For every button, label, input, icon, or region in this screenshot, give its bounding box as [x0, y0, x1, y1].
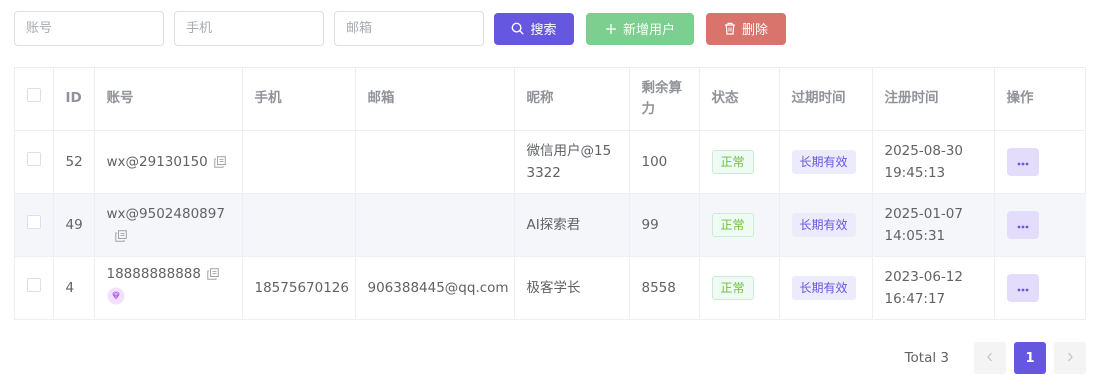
actions-cell — [994, 193, 1086, 257]
email-filter-field[interactable] — [334, 11, 484, 46]
expire-badge: 长期有效 — [791, 212, 856, 237]
trash-icon — [724, 22, 736, 35]
expire-badge: 长期有效 — [791, 149, 856, 174]
status-badge: 正常 — [711, 212, 754, 237]
status-cell: 正常 — [699, 193, 780, 257]
register-time-cell: 2025-08-30 19:45:13 — [872, 130, 995, 194]
prev-page-button[interactable] — [974, 342, 1006, 374]
actions-cell — [994, 256, 1086, 319]
header-register-time: 注册时间 — [872, 68, 995, 131]
plus-icon — [605, 23, 617, 35]
chevron-left-icon — [986, 350, 994, 366]
phone-cell — [242, 193, 356, 257]
nickname-cell: 微信用户@153322 — [514, 130, 630, 194]
table-header-row: ID 账号 手机 邮箱 昵称 剩余算力 状态 过期时间 注册时间 操作 — [15, 68, 1086, 131]
search-button[interactable]: 搜索 — [494, 12, 574, 45]
account-cell: 18888888888 — [94, 256, 243, 319]
more-dots-icon — [1017, 277, 1029, 299]
pagination: Total 3 1 — [905, 342, 1086, 374]
header-actions: 操作 — [994, 68, 1086, 131]
header-account: 账号 — [94, 68, 243, 131]
expire-cell: 长期有效 — [779, 193, 873, 257]
chevron-right-icon — [1066, 350, 1074, 366]
header-phone: 手机 — [242, 68, 356, 131]
user-table: ID 账号 手机 邮箱 昵称 剩余算力 状态 过期时间 注册时间 操作 52 w… — [14, 67, 1086, 320]
id-cell: 4 — [53, 256, 95, 319]
register-time-cell: 2023-06-12 16:47:17 — [872, 256, 995, 319]
account-cell: wx@29130150 — [94, 130, 243, 194]
delete-button-label: 删除 — [741, 23, 768, 38]
id-cell: 49 — [53, 193, 95, 257]
status-cell: 正常 — [699, 256, 780, 319]
row-checkbox[interactable] — [27, 151, 41, 166]
row-checkbox[interactable] — [27, 277, 41, 292]
phone-cell: 18575670126 — [242, 256, 356, 319]
actions-cell — [994, 130, 1086, 194]
register-time-cell: 2025-01-07 14:05:31 — [872, 193, 995, 257]
account-text: wx@9502480897 — [106, 205, 225, 222]
more-dots-icon — [1017, 151, 1029, 173]
email-cell: 906388445@qq.com — [355, 256, 515, 319]
page-number-button[interactable]: 1 — [1014, 342, 1046, 374]
id-cell: 52 — [53, 130, 95, 194]
add-user-button[interactable]: 新增用户 — [586, 12, 694, 45]
account-text: 18888888888 — [106, 266, 201, 283]
pagination-total: Total 3 — [904, 350, 949, 366]
account-filter-input[interactable] — [26, 21, 152, 36]
row-checkbox[interactable] — [27, 214, 41, 229]
header-email: 邮箱 — [355, 68, 515, 131]
more-dots-icon — [1017, 214, 1029, 236]
header-remaining-power: 剩余算力 — [629, 68, 700, 131]
email-cell — [355, 193, 515, 257]
phone-filter-input[interactable] — [186, 21, 312, 36]
account-cell: wx@9502480897 — [94, 193, 243, 257]
nickname-cell: 极客学长 — [514, 256, 630, 319]
search-button-label: 搜索 — [530, 23, 557, 38]
diamond-icon — [107, 287, 125, 305]
more-actions-button[interactable] — [1006, 147, 1039, 176]
more-actions-button[interactable] — [1006, 273, 1039, 302]
header-nickname: 昵称 — [514, 68, 630, 131]
header-select-all-cell — [15, 68, 54, 131]
expire-cell: 长期有效 — [779, 256, 873, 319]
more-actions-button[interactable] — [1006, 210, 1039, 239]
status-cell: 正常 — [699, 130, 780, 194]
account-text: wx@29130150 — [106, 153, 208, 170]
expire-badge: 长期有效 — [791, 275, 856, 300]
delete-button[interactable]: 删除 — [706, 12, 786, 45]
table-row: 49 wx@9502480897 AI探索君 99 正常 长期有效 2025-0… — [15, 193, 1086, 257]
expire-cell: 长期有效 — [779, 130, 873, 194]
row-select-cell — [15, 193, 54, 257]
copy-icon[interactable] — [114, 229, 127, 242]
add-user-button-label: 新增用户 — [622, 23, 675, 38]
table-row: 52 wx@29130150 微信用户@153322 100 正常 长期有效 2… — [15, 130, 1086, 194]
row-select-cell — [15, 130, 54, 194]
select-all-checkbox[interactable] — [27, 88, 41, 103]
search-icon — [511, 22, 524, 35]
phone-cell — [242, 130, 356, 194]
phone-filter-field[interactable] — [174, 11, 324, 46]
power-cell: 8558 — [629, 256, 700, 319]
power-cell: 100 — [629, 130, 700, 194]
email-filter-input[interactable] — [346, 21, 472, 36]
header-expire-time: 过期时间 — [779, 68, 873, 131]
copy-icon[interactable] — [207, 268, 219, 280]
header-status: 状态 — [699, 68, 780, 131]
status-badge: 正常 — [711, 149, 754, 174]
account-filter-field[interactable] — [14, 11, 164, 46]
filter-bar: 搜索 新增用户 删除 — [14, 11, 786, 46]
nickname-cell: AI探索君 — [514, 193, 630, 257]
table-row: 4 18888888888 18575670126 906388445@qq.c… — [15, 256, 1086, 319]
status-badge: 正常 — [711, 275, 754, 300]
header-id: ID — [53, 68, 95, 131]
next-page-button[interactable] — [1054, 342, 1086, 374]
copy-icon[interactable] — [214, 155, 226, 168]
email-cell — [355, 130, 515, 194]
power-cell: 99 — [629, 193, 700, 257]
row-select-cell — [15, 256, 54, 319]
